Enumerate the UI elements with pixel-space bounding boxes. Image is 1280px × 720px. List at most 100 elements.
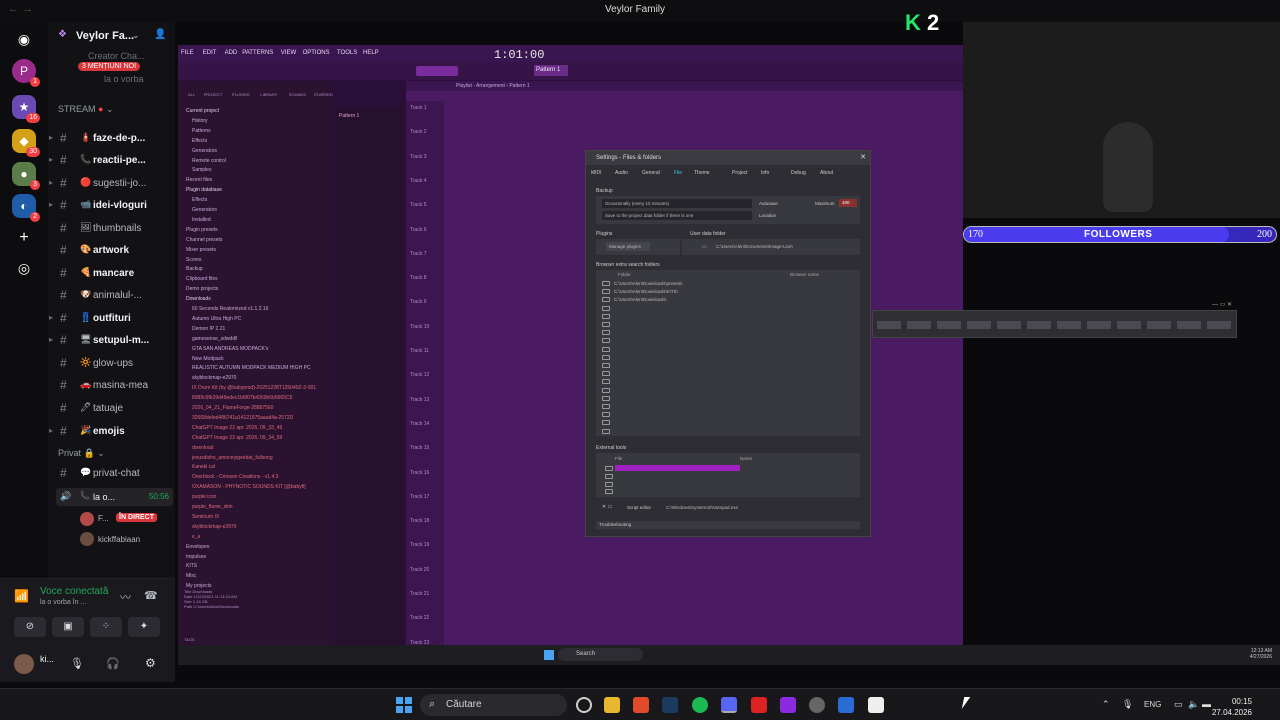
headphones-icon[interactable]: 🎧 [106, 657, 120, 670]
fl-studio-icon[interactable] [751, 697, 767, 713]
track-label[interactable]: Track 5 [410, 202, 426, 208]
channel-9[interactable]: ▸ # 🖥 setupul-m... [48, 331, 175, 351]
browser-item[interactable]: 32668defed486741a14121975aaad4a-2572D [192, 415, 293, 421]
browser-item[interactable]: Patterns [192, 128, 211, 134]
dialog-tab[interactable]: Info [761, 170, 769, 176]
channel-11[interactable]: # 🚗 masina-mea [48, 376, 175, 396]
channel-3[interactable]: ▸ # 📹 idei-vloguri [48, 196, 175, 216]
browser-item[interactable]: 60 Seconds Reatomized v1.1.2.16 [192, 306, 268, 312]
browser-item[interactable]: Demo projects [186, 286, 218, 292]
browser-item[interactable]: Misc [186, 573, 196, 579]
browser-item[interactable]: Remote control [192, 158, 226, 164]
server-icon-4[interactable]: ● 3 [12, 162, 40, 190]
track-label[interactable]: Track 1 [410, 105, 426, 111]
browser-item[interactable]: History [192, 118, 208, 124]
voice-status[interactable]: Voce conectată [40, 586, 108, 597]
folder-icon[interactable] [602, 404, 610, 409]
browser-item[interactable]: Kaneki cal [192, 464, 215, 470]
channel-4[interactable]: # 🖼 thumbnails [48, 219, 175, 239]
copilot-icon[interactable] [576, 697, 592, 713]
folder-icon[interactable] [602, 363, 610, 368]
track-label[interactable]: Track 17 [410, 494, 429, 500]
track-label[interactable]: Track 2 [410, 129, 426, 135]
browser-item[interactable]: gamesense_sdwddll [192, 336, 237, 342]
folder-icon[interactable] [602, 371, 610, 377]
browser-item[interactable]: ChatGPT Image 22 apr. 2026, 09_33_49 [192, 425, 282, 431]
browser-item[interactable]: Overblock - Crimson Creations - v1.4.3 [192, 474, 278, 480]
selected-tool-row[interactable] [615, 465, 740, 471]
browser-item[interactable]: KITS [186, 563, 197, 569]
track-label[interactable]: Track 9 [410, 299, 426, 305]
browser-item[interactable]: New Modpack [192, 356, 224, 362]
dialog-tab[interactable]: File [674, 170, 682, 176]
steam-icon[interactable] [662, 697, 678, 713]
user-avatar[interactable] [14, 654, 34, 674]
network-icon[interactable]: ▭ [1174, 699, 1183, 710]
browser-tab[interactable]: PLUGINS [232, 92, 250, 97]
track-label[interactable]: Track 16 [410, 470, 429, 476]
fl-menu-item[interactable]: FILE [181, 50, 194, 56]
browser-item[interactable]: Recent files [186, 177, 212, 183]
screen-share-button[interactable]: ▣ [52, 617, 84, 637]
script-editor-path[interactable]: C:\Windows\System32\Notepad.exe [666, 505, 738, 510]
category-stream[interactable]: STREAM ● ⌄ [58, 104, 114, 115]
folder-icon[interactable] [602, 322, 610, 327]
track-label[interactable]: Track 22 [410, 615, 429, 621]
browser-item[interactable]: download [192, 445, 213, 451]
discord-taskbar-icon[interactable] [721, 697, 737, 713]
brave-icon[interactable] [633, 697, 649, 713]
pattern-selector[interactable]: Pattern 1 [534, 65, 568, 76]
server-header[interactable]: ❖ Veylor Fa... ⌄ 👤 [48, 22, 175, 50]
browser-item[interactable]: Generators [192, 148, 217, 154]
activities-button[interactable]: ⁘ [90, 617, 122, 637]
fl-menu-item[interactable]: HELP [363, 50, 379, 56]
browser-item[interactable]: GTA SAN ANDREAS MODPACK's [192, 346, 268, 352]
troubleshooting-section[interactable]: Troubleshooting [596, 521, 860, 529]
browser-item[interactable]: Clipboard files [186, 276, 218, 282]
maximum-value[interactable]: 100 [839, 199, 857, 207]
category-private[interactable]: Privat 🔒 ⌄ [58, 448, 105, 459]
backup-frequency-select[interactable]: Occasionally (every 10 minutes) [602, 199, 752, 208]
browser-item[interactable]: Backup [186, 266, 203, 272]
browser-item[interactable]: purple icon [192, 494, 216, 500]
browser-item[interactable]: Impulses [186, 554, 206, 560]
browser-item[interactable]: jesusdisho_amoneyigeebat_fullsong [192, 455, 273, 461]
capcut-icon[interactable] [868, 697, 884, 713]
browser-item[interactable]: Scores [186, 257, 202, 263]
browser-item[interactable]: Mixer presets [186, 247, 216, 253]
user-name[interactable]: ki... [40, 654, 54, 664]
soundboard-button[interactable]: ✦ [128, 617, 160, 637]
dialog-tab[interactable]: MIDI [591, 170, 602, 176]
discover-icon[interactable]: ◎ [12, 256, 36, 280]
dialog-tab[interactable]: Theme [694, 170, 710, 176]
add-server-icon[interactable]: + [12, 226, 36, 250]
browser-tab[interactable]: ALL [188, 92, 195, 97]
dialog-tab[interactable]: Audio [615, 170, 628, 176]
browser-item[interactable]: Demon IP 2.21 [192, 326, 225, 332]
app-icon-purple[interactable] [780, 697, 796, 713]
folder-icon[interactable] [602, 297, 610, 303]
track-label[interactable]: Track 14 [410, 421, 429, 427]
battery-icon[interactable]: ▬ [1202, 699, 1211, 709]
browser-item[interactable]: Installed [192, 217, 211, 223]
voice-user-name[interactable]: kickffabiaan [98, 535, 140, 544]
folder-icon[interactable] [602, 313, 610, 319]
server-icon-5[interactable]: ◐ 2 [12, 194, 40, 222]
track-label[interactable]: Track 19 [410, 542, 429, 548]
folder-icon[interactable] [602, 428, 610, 434]
track-label[interactable]: Track 3 [410, 154, 426, 160]
track-label[interactable]: Track 21 [410, 591, 429, 597]
nav-arrows[interactable]: ← → [8, 3, 33, 15]
browser-item[interactable]: IX Drum Kit (by @babyprod)-20251228T1250… [192, 385, 316, 391]
server-icon-p[interactable]: P1 [12, 59, 40, 87]
hidden-channel[interactable]: la o vorba [104, 74, 144, 84]
video-off-button[interactable]: ⊘ [14, 617, 46, 637]
close-icon[interactable]: ✕ [860, 153, 866, 161]
server-icon-2[interactable]: ★ 16 [12, 95, 40, 123]
add-member-icon[interactable]: 👤 [154, 29, 166, 40]
track-label[interactable]: Track 20 [410, 567, 429, 573]
browser-item[interactable]: Channel presets [186, 237, 222, 243]
folder-icon[interactable]: ▭ [702, 244, 707, 250]
settings-icon[interactable] [809, 697, 825, 713]
browser-item[interactable]: skyblockmap-e2970 [192, 524, 236, 530]
